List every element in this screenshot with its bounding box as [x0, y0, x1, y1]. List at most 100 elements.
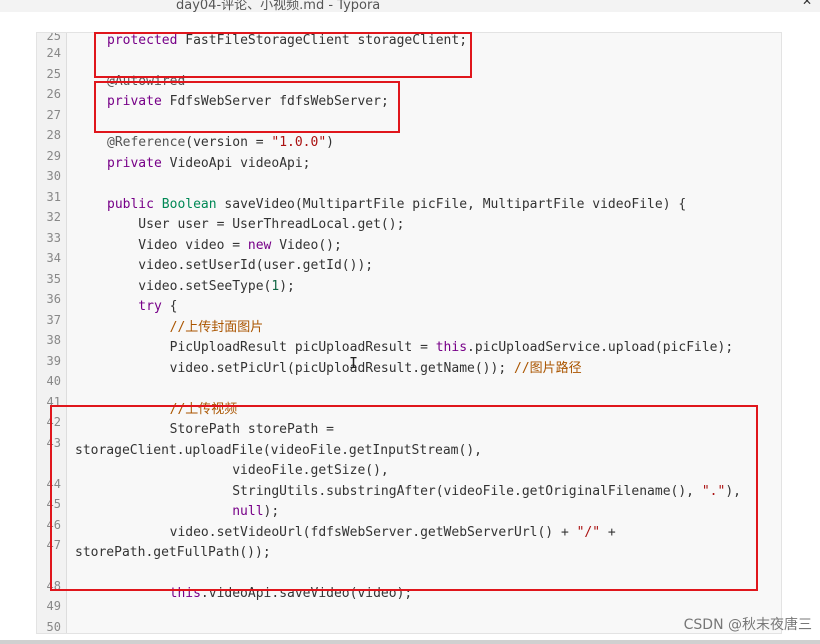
line-number: 44: [46, 477, 61, 491]
line-number: 36: [46, 292, 61, 306]
line-number: 42: [46, 415, 61, 429]
code-line[interactable]: null);: [107, 504, 279, 520]
code-line-continuation[interactable]: storageClient.uploadFile(videoFile.getIn…: [75, 443, 482, 459]
line-number: 40: [46, 374, 61, 388]
line-number: 38: [46, 333, 61, 347]
line-number: 37: [46, 313, 61, 327]
code-line[interactable]: @Autowired: [107, 74, 185, 90]
line-number: 50: [46, 620, 61, 634]
bottom-scrollbar-area: [0, 640, 820, 644]
code-line-continuation[interactable]: storePath.getFullPath());: [75, 545, 271, 561]
code-token: +: [600, 525, 616, 540]
line-number: 32: [46, 210, 61, 224]
code-token: .videoApi.saveVideo(video);: [200, 586, 413, 601]
watermark: CSDN @秋末夜唐三: [683, 617, 812, 633]
code-token: );: [279, 279, 295, 294]
code-line[interactable]: video.setSeeType(1);: [107, 279, 295, 295]
code-token: Video();: [279, 238, 342, 253]
text-cursor-icon: Ι: [349, 354, 359, 372]
line-number: 34: [46, 251, 61, 265]
code-token: ): [326, 135, 334, 150]
code-line[interactable]: private VideoApi videoApi;: [107, 156, 311, 172]
code-line[interactable]: video.setVideoUrl(fdfsWebServer.getWebSe…: [107, 525, 616, 541]
code-line[interactable]: public Boolean saveVideo(MultipartFile p…: [107, 197, 686, 213]
code-token: public: [107, 197, 162, 212]
code-line[interactable]: StorePath storePath =: [107, 422, 334, 438]
code-block[interactable]: 25 24 25 26 27 28 29 30 31 32 33 34 35 3…: [36, 32, 782, 634]
code-token: //上传视频: [107, 402, 238, 417]
code-token: FastFileStorageClient storageClient;: [185, 33, 468, 48]
code-token: videoFile.getSize(),: [107, 463, 389, 478]
line-number: 26: [46, 87, 61, 101]
code-line[interactable]: Video video = new Video();: [107, 238, 342, 254]
code-token: "/": [576, 525, 601, 540]
code-line[interactable]: videoFile.getSize(),: [107, 463, 389, 479]
code-line[interactable]: @Reference(version = "1.0.0"): [107, 135, 334, 151]
line-number: 41: [46, 395, 61, 409]
code-token: User user = UserThreadLocal.get();: [107, 217, 405, 232]
code-token: );: [263, 504, 280, 519]
line-number-gutter: 25 24 25 26 27 28 29 30 31 32 33 34 35 3…: [37, 33, 67, 633]
code-token: saveVideo(MultipartFile picFile, Multipa…: [224, 197, 687, 212]
code-token: ".": [701, 484, 726, 499]
line-number: 25: [46, 32, 61, 43]
code-token: this: [435, 340, 468, 355]
line-number: 30: [46, 169, 61, 183]
code-token: video.setUserId(user.getId());: [107, 258, 374, 273]
code-line[interactable]: this.videoApi.saveVideo(video);: [107, 586, 413, 602]
code-token: StorePath storePath =: [107, 422, 334, 437]
code-line[interactable]: //上传视频: [107, 402, 238, 418]
code-line[interactable]: protected FastFileStorageClient storageC…: [107, 33, 467, 49]
code-token: video.setPicUrl(picUploadResult.getName(…: [107, 361, 514, 376]
code-token: video.setSeeType(: [107, 279, 272, 294]
code-token: private: [107, 156, 170, 171]
code-token: null: [107, 504, 264, 519]
code-token: protected: [107, 33, 186, 48]
code-token: storePath.getFullPath());: [75, 545, 271, 560]
line-number: 24: [46, 46, 61, 60]
line-number: 46: [46, 518, 61, 532]
code-token: //图片路径: [514, 361, 582, 376]
code-token: "1.0.0": [271, 135, 327, 150]
code-token: video.setVideoUrl(fdfsWebServer.getWebSe…: [107, 525, 577, 540]
code-token: FdfsWebServer fdfsWebServer;: [169, 94, 389, 109]
line-number: 35: [46, 272, 61, 286]
line-number: 27: [46, 108, 61, 122]
code-line[interactable]: private FdfsWebServer fdfsWebServer;: [107, 94, 389, 110]
code-token: new: [247, 238, 280, 253]
code-token: PicUploadResult picUploadResult =: [107, 340, 436, 355]
line-number: 45: [46, 497, 61, 511]
code-line[interactable]: video.setPicUrl(picUploadResult.getName(…: [107, 361, 582, 377]
window-title: day04-评论、小视频.md - Typora: [176, 0, 381, 12]
line-number: 28: [46, 128, 61, 142]
line-number: 39: [46, 354, 61, 368]
code-token: //上传封面图片: [107, 320, 264, 335]
code-token: Video video =: [107, 238, 248, 253]
line-number: 29: [46, 149, 61, 163]
line-number: 48: [46, 579, 61, 593]
code-token: {: [169, 299, 178, 314]
code-line[interactable]: User user = UserThreadLocal.get();: [107, 217, 404, 233]
code-line[interactable]: video.setUserId(user.getId());: [107, 258, 373, 274]
code-token: VideoApi videoApi;: [169, 156, 311, 171]
code-token: StringUtils.substringAfter(videoFile.get…: [107, 484, 702, 499]
code-token: (version =: [185, 135, 272, 150]
code-token: ),: [725, 484, 741, 499]
close-window-button[interactable]: ✕: [802, 0, 812, 8]
window-titlebar: day04-评论、小视频.md - Typora ✕: [0, 0, 820, 12]
code-line[interactable]: StringUtils.substringAfter(videoFile.get…: [107, 484, 741, 500]
line-number: 33: [46, 231, 61, 245]
code-line[interactable]: PicUploadResult picUploadResult = this.p…: [107, 340, 734, 356]
code-token: storageClient.uploadFile(videoFile.getIn…: [75, 443, 482, 458]
code-token: @Autowired: [107, 74, 186, 89]
code-token: .picUploadService.upload(picFile);: [467, 340, 734, 355]
line-number: 49: [46, 599, 61, 613]
line-number: 43: [46, 436, 61, 450]
code-line[interactable]: //上传封面图片: [107, 320, 264, 336]
code-token: @Reference: [107, 135, 186, 150]
code-line[interactable]: try {: [107, 299, 177, 315]
code-token: private: [107, 94, 170, 109]
line-number: 31: [46, 190, 61, 204]
code-token: this: [107, 586, 201, 601]
line-number: 25: [46, 67, 61, 81]
